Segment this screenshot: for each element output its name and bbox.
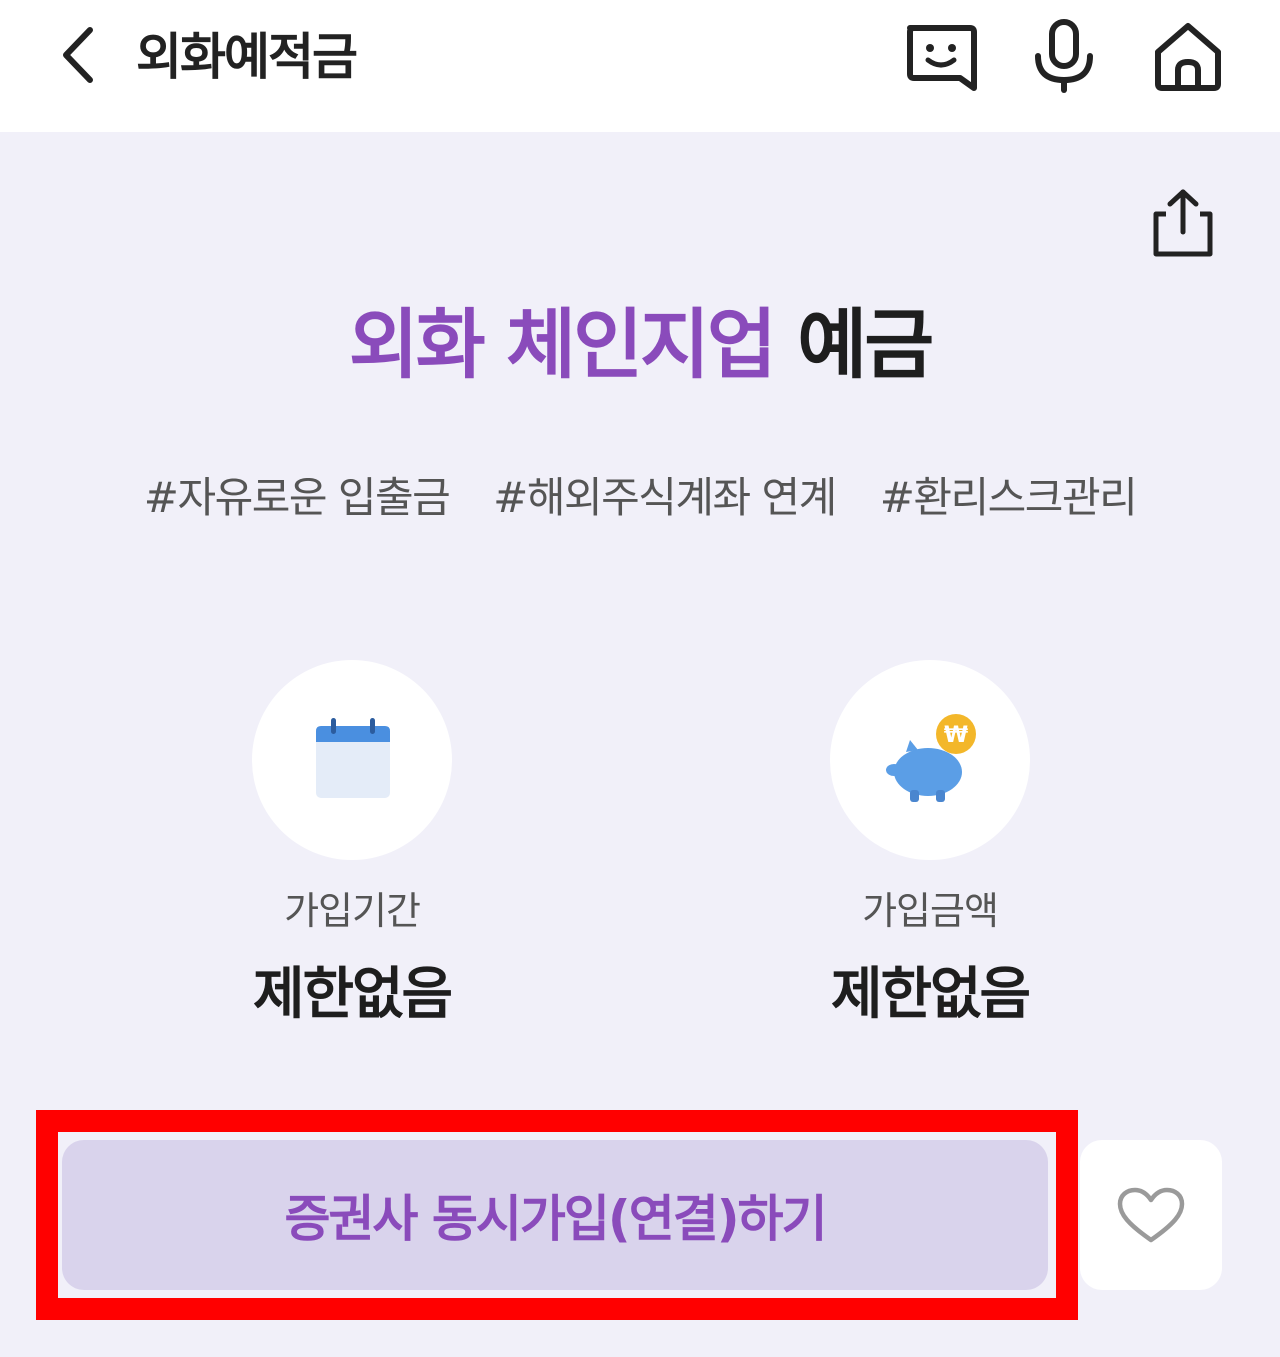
period-value: 제한없음	[252, 962, 453, 1027]
product-title-rest: 예금	[773, 300, 934, 389]
period-label: 가입기간	[284, 889, 421, 933]
home-button[interactable]	[1150, 18, 1226, 94]
top-app-bar: 외화예적금	[0, 0, 1280, 132]
info-amount: ₩ 가입금액 제한없음	[780, 660, 1080, 1030]
period-icon-circle	[252, 660, 452, 860]
amount-label: 가입금액	[862, 889, 999, 933]
tag-item: #자유로운 입출금	[143, 473, 451, 522]
back-button[interactable]	[52, 20, 108, 90]
product-tags: #자유로운 입출금 #해외주식계좌 연계 #환리스크관리	[0, 470, 1280, 526]
share-icon	[1153, 189, 1213, 257]
chatbot-button[interactable]	[902, 18, 978, 94]
microphone-icon	[1035, 19, 1093, 93]
page-title: 외화예적금	[136, 28, 358, 86]
product-title-accent: 외화 체인지업	[348, 300, 777, 389]
amount-icon-circle: ₩	[830, 660, 1030, 860]
home-icon	[1155, 23, 1221, 91]
heart-icon	[1117, 1187, 1185, 1243]
chevron-left-icon	[63, 27, 93, 83]
info-period: 가입기간 제한없음	[202, 660, 502, 1030]
highlight-box	[36, 1110, 1078, 1320]
svg-text:₩: ₩	[944, 723, 968, 748]
amount-value: 제한없음	[830, 962, 1031, 1027]
favorite-button[interactable]	[1080, 1140, 1222, 1290]
product-title: 외화 체인지업 예금	[0, 300, 1280, 390]
product-detail-page: 외화예적금 외화 체인지업 예금 #자유로운 입출금 #해외주식계좌 연계 #환…	[0, 0, 1280, 1357]
tag-item: #환리스크관리	[879, 473, 1138, 522]
tag-item: #해외주식계좌 연계	[493, 473, 837, 522]
voice-button[interactable]	[1026, 18, 1102, 94]
chatbot-icon	[907, 25, 977, 91]
calendar-icon	[316, 718, 390, 798]
piggy-bank-icon: ₩	[886, 714, 976, 802]
share-button[interactable]	[1148, 186, 1218, 260]
